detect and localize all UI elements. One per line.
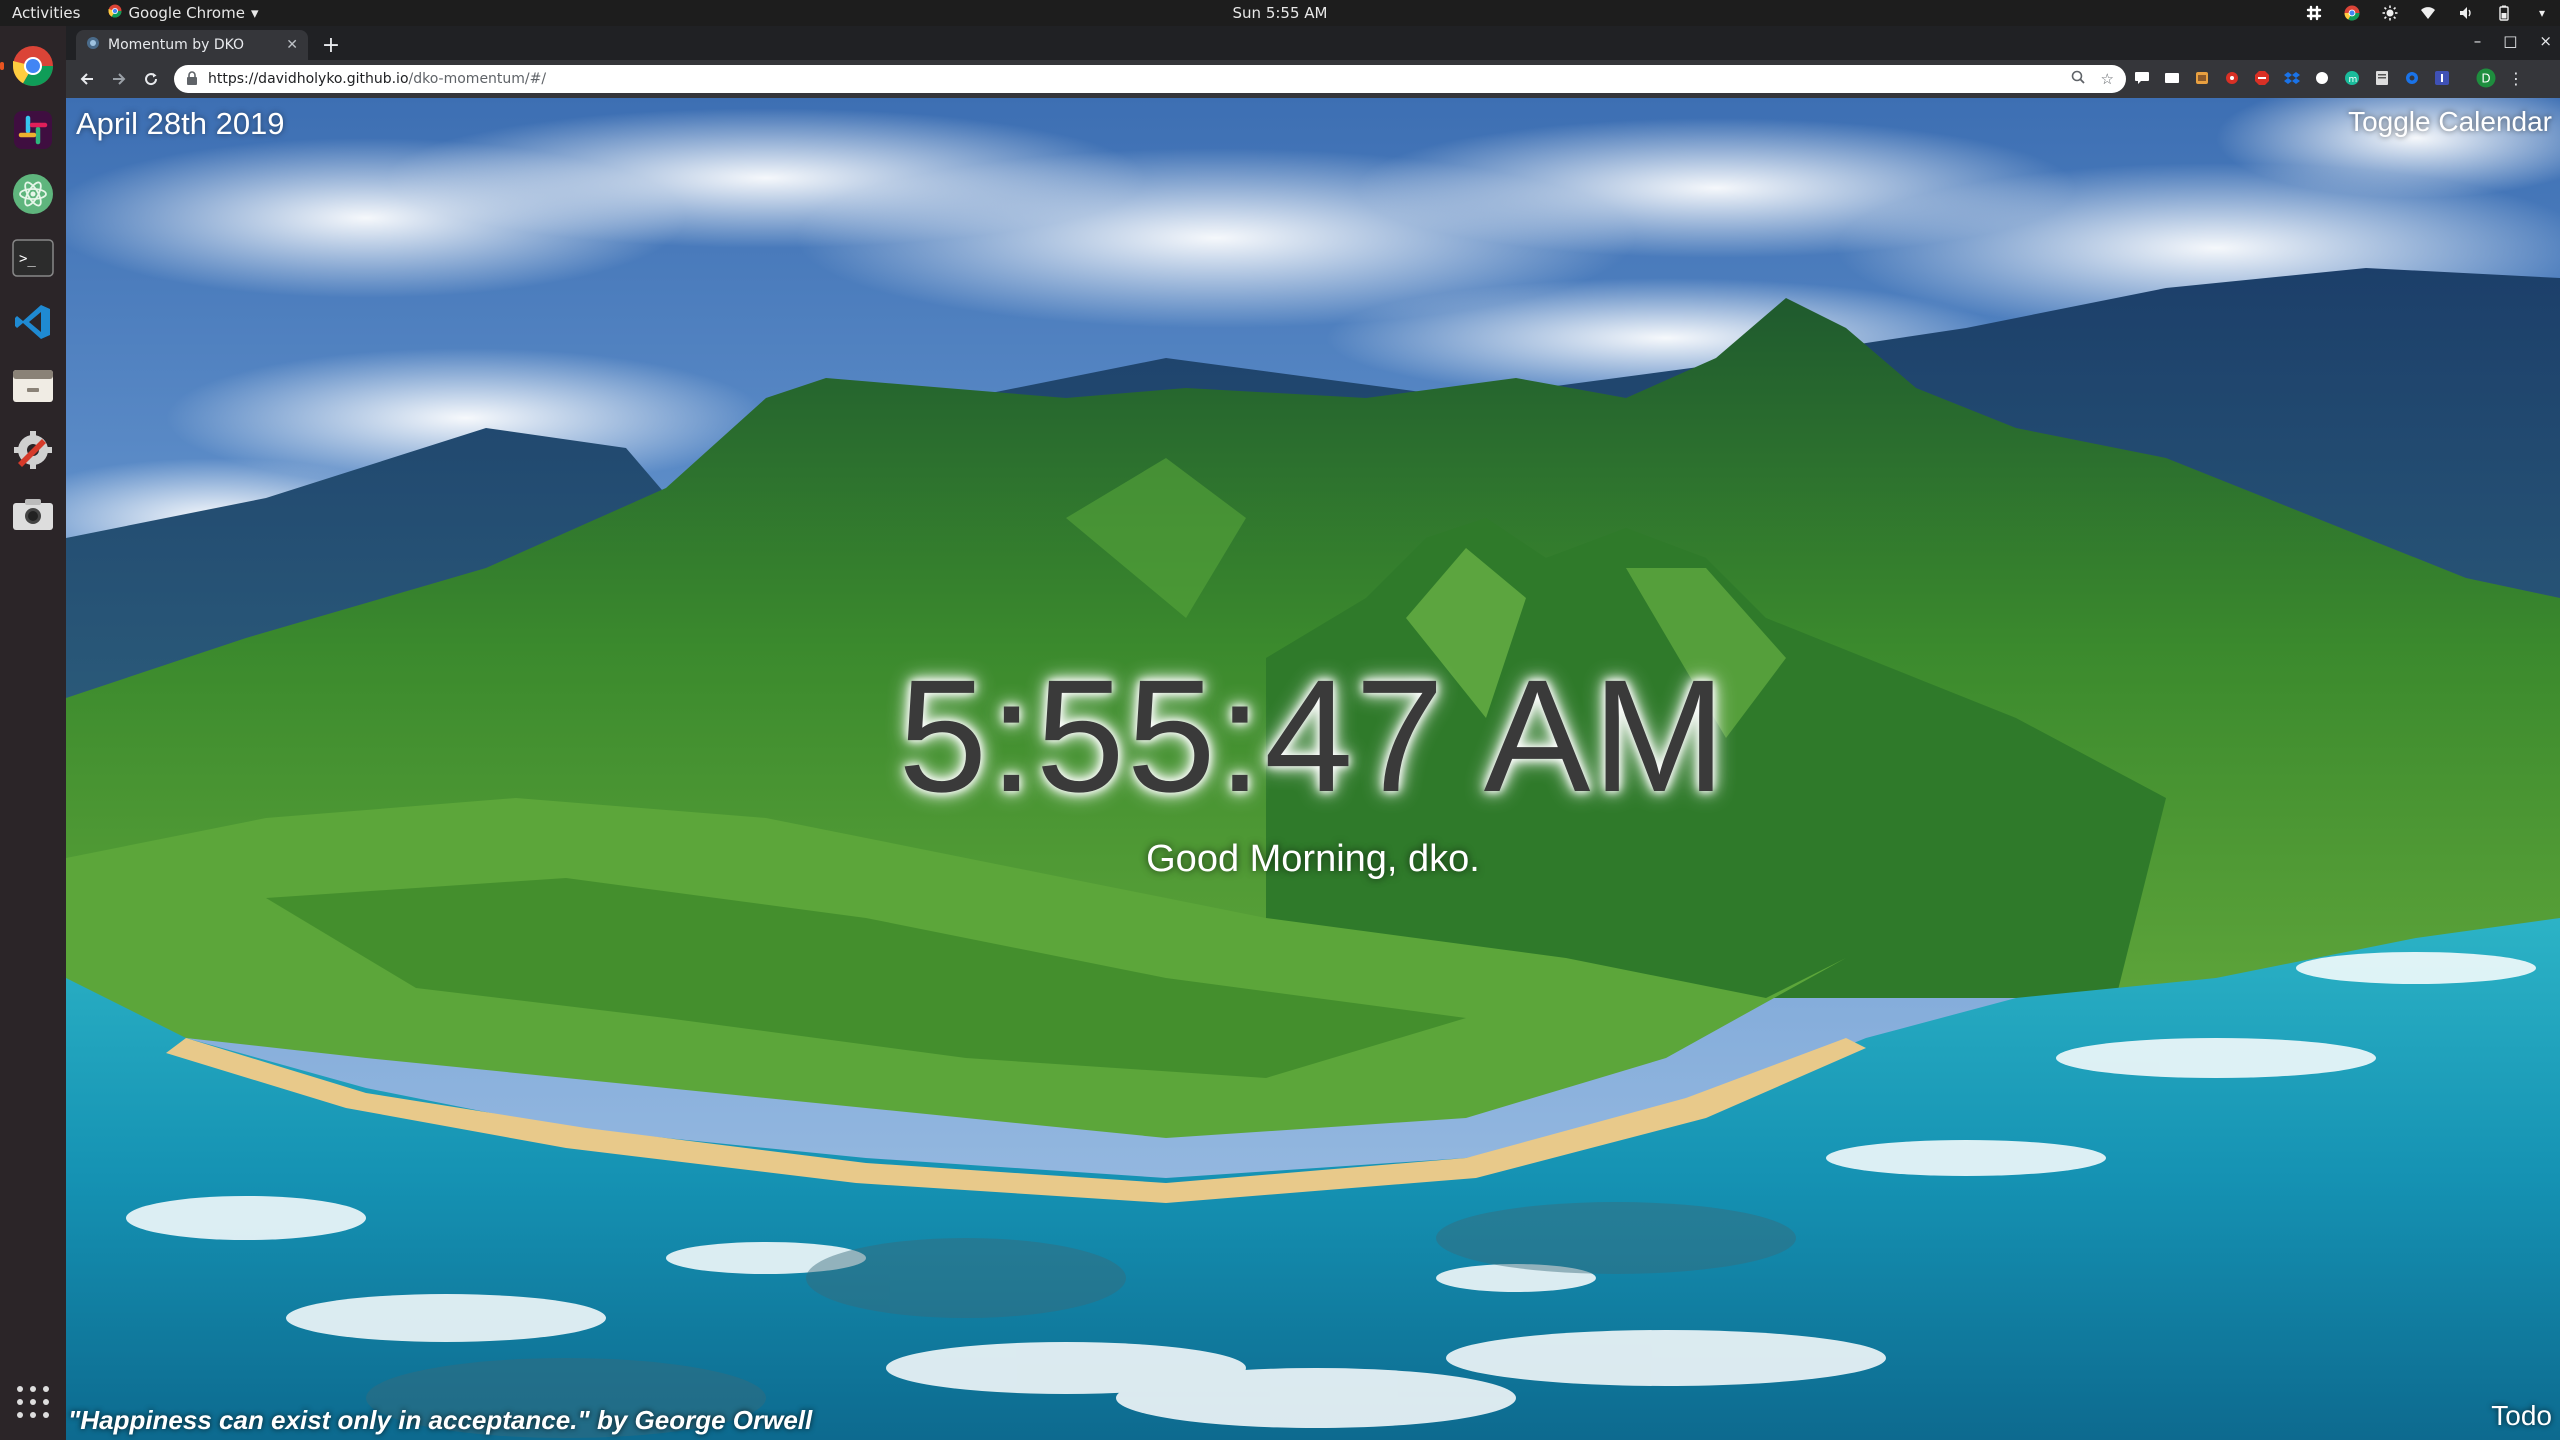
chrome-window: Momentum by DKO ✕ + – □ × https://davidh… <box>66 26 2560 1440</box>
atom-icon <box>13 174 53 214</box>
dock-atom[interactable] <box>9 170 57 218</box>
greeting-text: Good Morning, dko. <box>1146 838 1480 880</box>
slack-icon <box>14 111 52 149</box>
forward-button[interactable] <box>106 66 132 92</box>
reload-icon <box>145 73 158 86</box>
extension-mail-icon[interactable] <box>2162 68 2182 88</box>
url-path: /dko-momentum/#/ <box>408 71 547 87</box>
terminal-icon: >_ <box>12 239 54 277</box>
files-icon <box>13 370 53 402</box>
gnome-top-bar: Activities Google Chrome ▾ Sun 5:55 AM ▾ <box>0 0 2560 26</box>
chrome-icon <box>13 46 53 86</box>
system-clock[interactable]: Sun 5:55 AM <box>0 4 2560 22</box>
close-tab-icon[interactable]: ✕ <box>286 37 298 53</box>
tab-title: Momentum by DKO <box>108 37 245 53</box>
dock: >_ <box>0 26 66 1440</box>
tab-strip: Momentum by DKO ✕ + – □ × <box>66 26 2560 60</box>
minimize-button[interactable]: – <box>2474 32 2482 50</box>
extension-blue-icon[interactable] <box>2432 68 2452 88</box>
favicon-icon <box>86 36 100 54</box>
profile-avatar[interactable]: D <box>2476 68 2496 88</box>
toggle-calendar-button[interactable]: Toggle Calendar <box>2348 106 2552 138</box>
extension-gear-icon[interactable] <box>2402 68 2422 88</box>
momentum-page: April 28th 2019 Toggle Calendar 5:55:47 … <box>66 98 2560 1440</box>
extension-adblock-icon[interactable] <box>2252 68 2272 88</box>
chrome-small-icon <box>108 4 122 22</box>
brightness-icon[interactable] <box>2382 5 2398 21</box>
dock-vscode[interactable] <box>9 298 57 346</box>
activities-button[interactable]: Activities <box>12 4 80 22</box>
wifi-icon[interactable] <box>2420 5 2436 21</box>
battery-icon[interactable] <box>2496 5 2512 21</box>
bookmark-star-icon[interactable]: ☆ <box>2101 70 2114 88</box>
extension-chat-icon[interactable] <box>2132 68 2152 88</box>
browser-toolbar: https://davidholyko.github.io/dko-moment… <box>66 60 2560 98</box>
forward-arrow-icon <box>113 73 126 85</box>
settings-icon <box>14 431 52 469</box>
system-menu-chevron-icon[interactable]: ▾ <box>2534 5 2550 21</box>
app-menu[interactable]: Google Chrome ▾ <box>108 4 258 22</box>
todo-button[interactable]: Todo <box>2491 1400 2552 1432</box>
reload-button[interactable] <box>138 66 164 92</box>
main-clock: 5:55:47 AM <box>898 646 1728 825</box>
close-window-button[interactable]: × <box>2539 32 2552 50</box>
chrome-menu-icon[interactable]: ⋮ <box>2506 68 2526 88</box>
tab-momentum[interactable]: Momentum by DKO ✕ <box>76 30 308 60</box>
extension-circle-icon[interactable] <box>2312 68 2332 88</box>
url-host: https://davidholyko.github.io <box>208 71 409 87</box>
slack-tray-icon[interactable] <box>2306 5 2322 21</box>
window-controls: – □ × <box>2474 32 2552 50</box>
dock-files[interactable] <box>9 362 57 410</box>
dock-screenshot[interactable] <box>9 490 57 538</box>
extension-lastpass-icon[interactable] <box>2222 68 2242 88</box>
extensions-bar: m D ⋮ <box>2132 68 2526 88</box>
extension-teal-icon[interactable]: m <box>2342 68 2362 88</box>
show-applications-icon[interactable] <box>13 1382 53 1422</box>
chrome-tray-icon[interactable] <box>2344 5 2360 21</box>
dock-terminal[interactable]: >_ <box>9 234 57 282</box>
extension-page-icon[interactable] <box>2372 68 2392 88</box>
quote-text: "Happiness can exist only in acceptance.… <box>68 1405 813 1435</box>
system-tray: ▾ <box>2306 0 2550 26</box>
lock-icon[interactable] <box>186 70 200 88</box>
dock-chrome[interactable] <box>0 42 57 90</box>
maximize-button[interactable]: □ <box>2503 32 2517 50</box>
dock-settings[interactable] <box>9 426 57 474</box>
zoom-icon[interactable] <box>2071 70 2085 88</box>
svg-text:>_: >_ <box>19 251 36 267</box>
extension-dropbox-icon[interactable] <box>2282 68 2302 88</box>
address-bar[interactable]: https://davidholyko.github.io/dko-moment… <box>174 65 2126 93</box>
dock-slack[interactable] <box>9 106 57 154</box>
omnibox-actions: ☆ <box>2071 70 2114 88</box>
vscode-icon <box>15 305 50 339</box>
screenshot-icon <box>13 499 53 530</box>
back-button[interactable] <box>74 66 100 92</box>
new-tab-button[interactable]: + <box>318 32 344 58</box>
svg-text:m: m <box>2349 75 2358 85</box>
profile-initial: D <box>2481 72 2490 86</box>
chevron-down-icon: ▾ <box>250 4 259 22</box>
date-display: April 28th 2019 <box>76 106 285 141</box>
app-menu-label: Google Chrome <box>128 4 245 22</box>
volume-icon[interactable] <box>2458 5 2474 21</box>
extension-honey-icon[interactable] <box>2192 68 2212 88</box>
back-arrow-icon <box>80 73 93 85</box>
